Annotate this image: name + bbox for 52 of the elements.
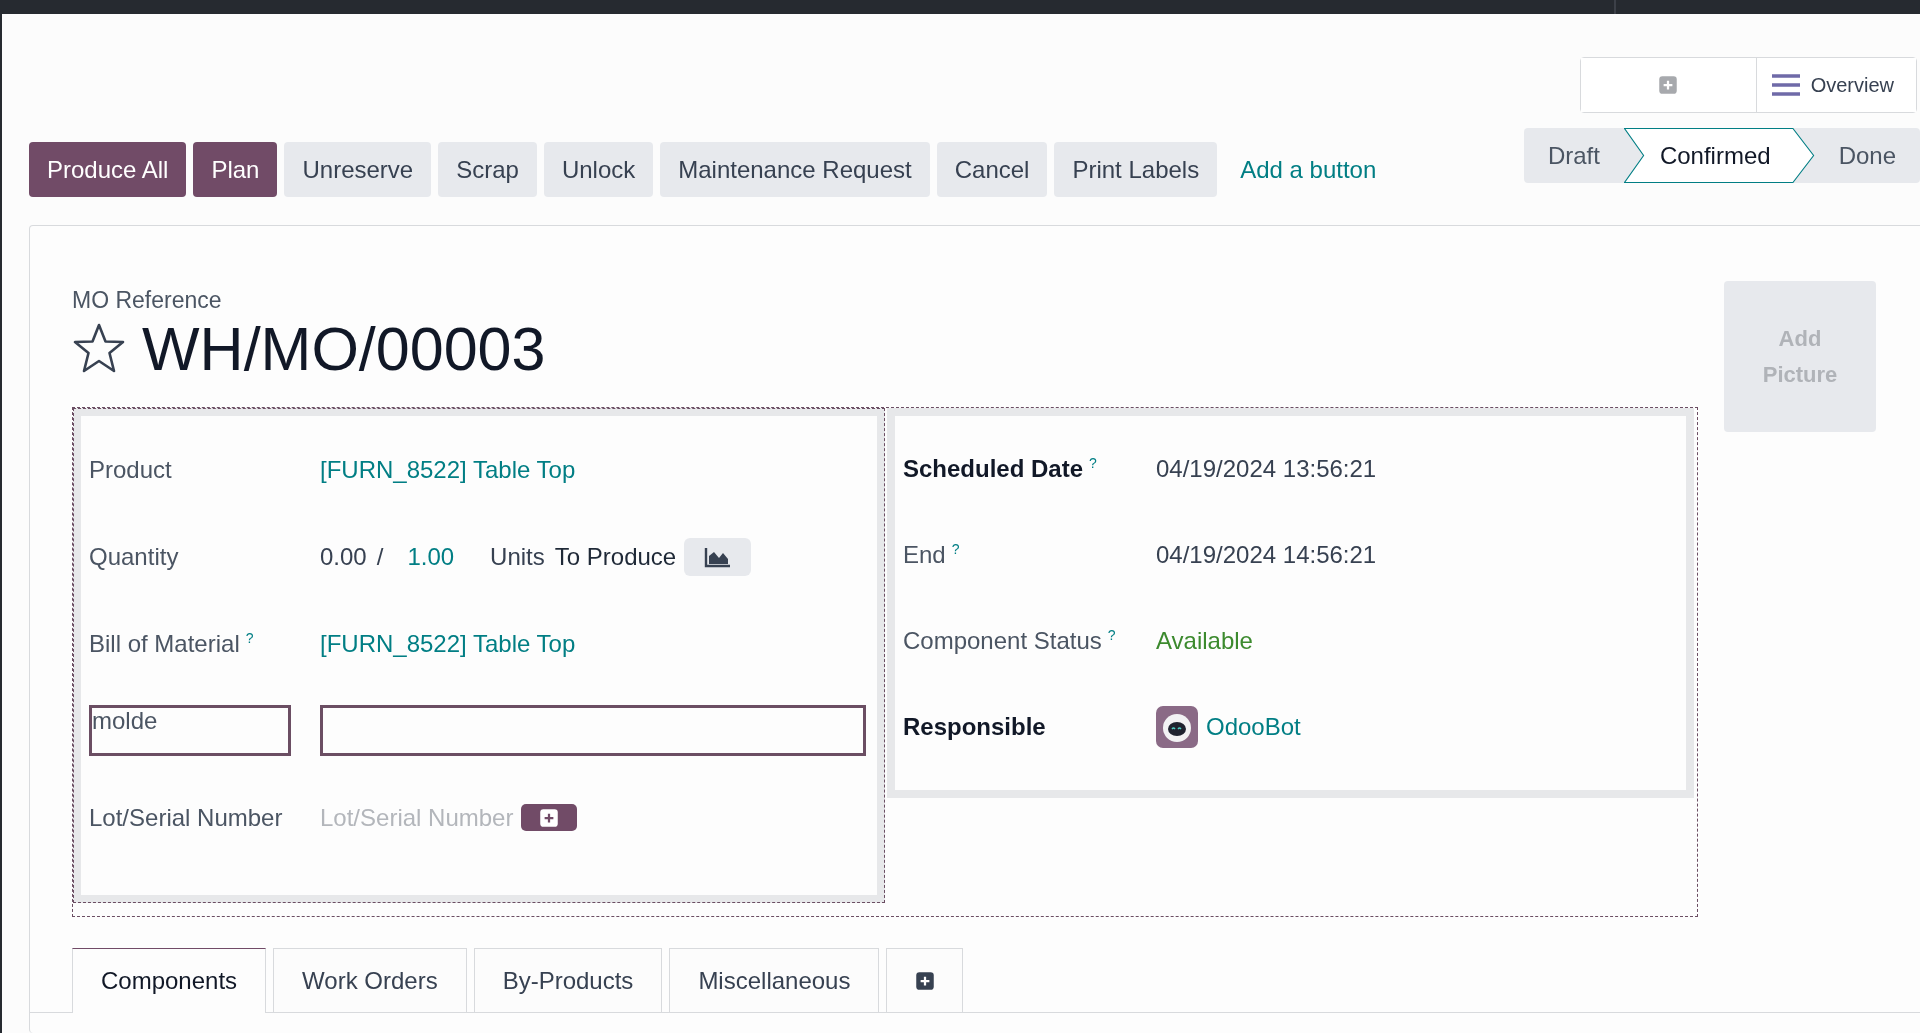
plus-icon <box>539 807 560 828</box>
user-link[interactable]: OdooBot <box>1206 713 1301 741</box>
action-button[interactable]: Scrap <box>438 142 537 197</box>
notebook-tab[interactable]: Components <box>72 948 267 1013</box>
unit-label: Units <box>490 542 545 571</box>
field-value: 04/19/2024 13:56:21 <box>1156 455 1377 483</box>
field-label: Quantity <box>89 542 180 571</box>
menu-icon <box>1770 73 1801 97</box>
field-label: Bill of Material $^{?}$ <box>89 629 255 658</box>
to-produce-label: To Produce <box>554 542 677 571</box>
status-value: Available <box>1156 627 1253 655</box>
reference-label: MO Reference <box>72 286 223 314</box>
add-lot-button[interactable] <box>521 804 578 831</box>
action-button[interactable]: Unlock <box>543 142 654 197</box>
field-label: molde <box>89 705 291 756</box>
action-button[interactable]: Maintenance Request <box>660 142 930 197</box>
record-link[interactable]: [FURN_8522] Table Top <box>320 629 576 658</box>
help-mark[interactable]: ? <box>245 629 254 646</box>
field-value: 04/19/2024 14:56:21 <box>1156 541 1377 569</box>
forecast-button[interactable] <box>684 537 752 576</box>
area-chart-icon <box>703 545 732 568</box>
notebook-tab[interactable]: Work Orders <box>273 948 467 1012</box>
notebook-tab[interactable]: Miscellaneous <box>669 948 880 1012</box>
input-field[interactable] <box>320 705 866 756</box>
help-mark[interactable]: ? <box>951 541 960 557</box>
field-label: Product <box>89 455 173 484</box>
action-button[interactable]: Add a button <box>1224 142 1393 197</box>
notebook-tab[interactable]: By-Products <box>473 948 663 1012</box>
target-quantity[interactable]: 1.00 <box>407 542 455 571</box>
add-tab-button[interactable] <box>886 948 964 1012</box>
help-mark[interactable]: ? <box>1089 455 1097 471</box>
record-title: WH/MO/00003 <box>142 314 546 384</box>
field-label: Component Status $^{?}$ <box>903 627 1117 655</box>
status-step[interactable]: Draft <box>1523 128 1624 183</box>
plus-icon <box>1658 75 1679 95</box>
action-button[interactable]: Cancel <box>936 142 1048 197</box>
record-link[interactable]: [FURN_8522] Table Top <box>320 455 576 484</box>
robot-avatar-icon <box>1156 706 1198 748</box>
field-label: Responsible <box>903 713 1047 741</box>
field-label: End $^{?}$ <box>903 541 961 569</box>
field-label: Scheduled Date $^{?}$ <box>903 455 1098 483</box>
quantity-separator: / <box>376 542 384 571</box>
action-button[interactable]: Produce All <box>29 142 187 197</box>
help-mark[interactable]: ? <box>1107 627 1116 643</box>
action-button[interactable]: Plan <box>193 142 278 197</box>
action-button[interactable]: Unreserve <box>284 142 432 197</box>
produced-quantity: 0.00 <box>320 542 367 571</box>
status-step[interactable]: Confirmed <box>1623 128 1815 183</box>
action-button[interactable]: Print Labels <box>1054 142 1218 197</box>
status-step[interactable]: Done <box>1814 128 1920 183</box>
field-label: Lot/Serial Number <box>89 803 284 832</box>
plus-icon <box>914 970 935 991</box>
